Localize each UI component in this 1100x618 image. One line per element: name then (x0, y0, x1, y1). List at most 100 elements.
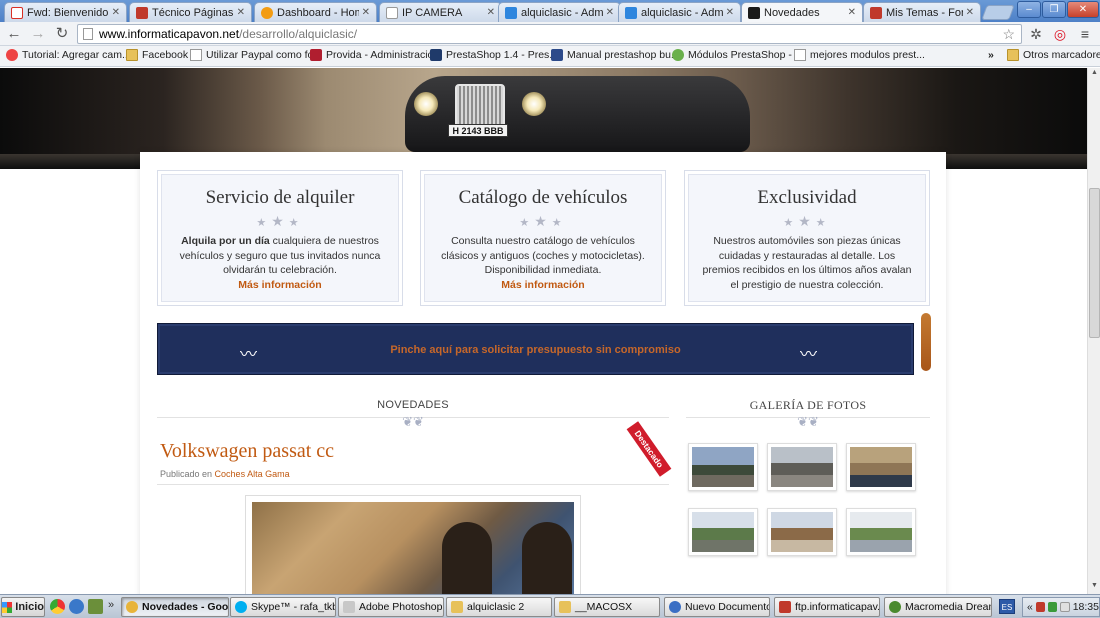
forward-icon[interactable]: → (29, 25, 47, 43)
task-label: Macromedia Dream... (905, 601, 991, 613)
task-ftp[interactable]: ftp.informaticapav... (774, 597, 880, 617)
prestashop-icon (430, 49, 442, 61)
extension-icon[interactable]: ✲ (1027, 25, 1045, 43)
windows-taskbar: Inicio » Novedades - Goo... Skype™ - raf… (0, 594, 1100, 618)
tray-app-icon[interactable] (1048, 602, 1058, 612)
bookmark-item[interactable]: PrestaShop 1.4 - Pres... (430, 49, 558, 61)
tray-expand-icon[interactable]: « (1027, 601, 1033, 613)
close-icon[interactable]: ✕ (966, 7, 974, 18)
tab-novedades[interactable]: Novedades ✕ (741, 2, 863, 22)
tab-mis-temas[interactable]: Mis Temas - Foro Jo ✕ (863, 2, 981, 22)
post-meta: Publicado en Coches Alta Gama (160, 469, 290, 479)
tab-alquiclasic-admin-1[interactable]: alquiclasic - Administ ✕ (498, 2, 621, 22)
tab-ip-camera[interactable]: IP CAMERA ✕ (379, 2, 502, 22)
close-icon[interactable]: ✕ (606, 7, 614, 18)
gallery-thumb[interactable] (688, 443, 758, 491)
minimize-button[interactable]: – (1017, 1, 1041, 18)
task-label: Adobe Photoshop (359, 601, 443, 613)
quote-request-banner[interactable]: 〰 Pinche aquí para solicitar presupuesto… (157, 323, 914, 375)
window-close-button[interactable]: ✕ (1067, 1, 1099, 18)
bookmark-label: mejores modulos prest... (810, 49, 925, 61)
address-bar[interactable]: www.informaticapavon.net/desarrollo/alqu… (77, 24, 1022, 44)
joomla-icon (6, 49, 18, 61)
gallery-thumb[interactable] (688, 508, 758, 556)
vertical-scrollbar[interactable]: ▲ ▼ (1087, 68, 1100, 594)
volume-icon[interactable] (1060, 602, 1070, 612)
other-bookmarks[interactable]: Otros marcadores (1007, 49, 1100, 61)
scrollbar-thumb[interactable] (1089, 188, 1100, 338)
arch-shape (522, 522, 572, 594)
post-title[interactable]: Volkswagen passat cc (160, 440, 334, 463)
clock: 18:35 (1072, 601, 1099, 613)
dashboard-icon (261, 6, 273, 19)
bookmark-item[interactable]: Manual prestashop bu... (551, 49, 680, 61)
windows-logo-icon (2, 601, 13, 613)
reload-icon[interactable]: ↻ (53, 25, 71, 43)
gallery-photo (850, 447, 912, 487)
ie-icon[interactable] (69, 599, 84, 614)
tab-title: Técnico Páginas Joo (152, 6, 234, 19)
task-folder-macosx[interactable]: __MACOSX (554, 597, 660, 617)
url-host: www.informaticapavon.net (99, 27, 240, 41)
language-indicator[interactable]: ES (999, 599, 1015, 614)
tray-app-icon[interactable] (1035, 602, 1046, 612)
tab-title: alquiclasic - Administ (641, 6, 723, 19)
task-dreamweaver[interactable]: Macromedia Dream... (884, 597, 992, 617)
task-chrome-novedades[interactable]: Novedades - Goo... (121, 597, 229, 617)
scroll-down-icon[interactable]: ▼ (1089, 582, 1100, 593)
close-icon[interactable]: ✕ (237, 7, 245, 18)
headlight (522, 92, 546, 116)
task-skype[interactable]: Skype™ - rafa_tkb... (230, 597, 336, 617)
post-category-link[interactable]: Coches Alta Gama (215, 469, 290, 479)
bookmark-item[interactable]: Utilizar Paypal como fo... (190, 49, 322, 61)
bookmark-label: Manual prestashop bu... (567, 49, 680, 61)
close-icon[interactable]: ✕ (112, 7, 120, 18)
scroll-up-icon[interactable]: ▲ (1089, 69, 1100, 80)
card-body: Nuestros automóviles son piezas únicas c… (701, 234, 913, 292)
chrome-icon[interactable] (50, 599, 65, 614)
tab-title: Novedades (764, 6, 820, 19)
banner-tag (921, 313, 931, 371)
bookmark-item[interactable]: Facebook (126, 49, 188, 61)
close-icon[interactable]: ✕ (487, 7, 495, 18)
stars-ornament-icon: ★★★ (783, 213, 831, 229)
app-icon[interactable] (88, 599, 103, 614)
post-image[interactable] (245, 495, 581, 594)
bookmark-item[interactable]: Módulos PrestaShop - ... (672, 49, 804, 61)
close-icon[interactable]: ✕ (362, 7, 370, 18)
task-label: ftp.informaticapav... (795, 601, 880, 613)
restore-button[interactable]: ❐ (1042, 1, 1066, 18)
more-info-link[interactable]: Más información (174, 278, 386, 293)
menu-icon[interactable]: ≡ (1076, 25, 1094, 43)
gallery-thumb[interactable] (767, 443, 837, 491)
bookmarks-overflow-button[interactable]: » (988, 49, 994, 61)
bookmark-item[interactable]: Provida - Administración (310, 49, 439, 61)
task-nuevo-documento[interactable]: Nuevo Documento ... (664, 597, 770, 617)
start-button[interactable]: Inicio (1, 597, 45, 617)
gallery-thumb[interactable] (846, 443, 916, 491)
quicklaunch-overflow-icon[interactable]: » (108, 599, 114, 611)
tab-alquiclasic-admin-2[interactable]: alquiclasic - Administ ✕ (618, 2, 741, 22)
card-body: Consulta nuestro catálogo de vehículos c… (437, 234, 649, 292)
new-tab-button[interactable] (981, 5, 1015, 20)
forum-icon (870, 6, 882, 19)
close-icon[interactable]: ✕ (848, 7, 856, 18)
gallery-thumb[interactable] (846, 508, 916, 556)
bookmark-star-icon[interactable]: ☆ (1002, 26, 1015, 43)
modules-icon (672, 49, 684, 61)
more-info-link[interactable]: Más información (437, 278, 649, 293)
task-photoshop[interactable]: Adobe Photoshop (338, 597, 444, 617)
tab-tecnico-joomla[interactable]: Técnico Páginas Joo ✕ (129, 2, 252, 22)
close-icon[interactable]: ✕ (726, 7, 734, 18)
back-icon[interactable]: ← (5, 25, 23, 43)
bookmark-item[interactable]: mejores modulos prest... (794, 49, 925, 61)
opera-icon[interactable]: ◎ (1051, 25, 1069, 43)
folder-icon (1007, 49, 1019, 61)
browser-tab-strip: Fwd: Bienvenido! Pr ✕ Técnico Páginas Jo… (0, 0, 1100, 22)
gallery-thumb[interactable] (767, 508, 837, 556)
task-folder-alquiclasic[interactable]: alquiclasic 2 (446, 597, 552, 617)
card-title: Catálogo de vehículos (458, 187, 628, 208)
tab-dashboard[interactable]: Dashboard - Home ✕ (254, 2, 377, 22)
bookmark-item[interactable]: Tutorial: Agregar cam... (6, 49, 131, 61)
tab-gmail[interactable]: Fwd: Bienvenido! Pr ✕ (4, 2, 127, 22)
